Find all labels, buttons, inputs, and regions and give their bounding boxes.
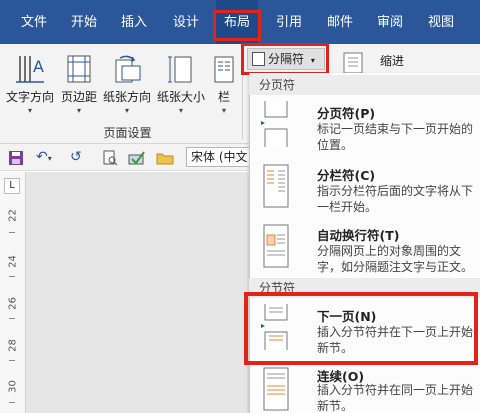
tab-review[interactable]: 审阅 — [370, 0, 410, 44]
save-icon[interactable] — [8, 150, 24, 166]
document-area — [0, 172, 250, 413]
next-page-highlight — [244, 292, 478, 365]
tab-home[interactable]: 开始 — [64, 0, 104, 44]
tab-references[interactable]: 引用 — [269, 0, 309, 44]
page-setup-group-label: 页面设置 — [103, 126, 152, 140]
menu-item-description: 标记一页结束与下一页开始的位置。 — [317, 122, 474, 152]
margins-label: 页边距 — [60, 90, 97, 104]
paper-size-icon — [167, 54, 195, 87]
margins-button[interactable]: 页边距 ▾ — [58, 48, 100, 120]
open-folder-icon[interactable] — [156, 150, 174, 166]
columns-button[interactable]: 栏 ▾ — [210, 48, 238, 120]
text-direction-icon: A — [14, 54, 46, 87]
menu-item-title: 分栏符(C) — [317, 168, 376, 183]
tab-insert[interactable]: 插入 — [114, 0, 154, 44]
indent-label: 缩进 — [380, 54, 405, 68]
columns-icon — [213, 54, 235, 87]
menu-item-continuous[interactable]: 连续(O) 插入分节符并在同一页上开始新节。 — [249, 362, 480, 413]
chevron-down-icon: ▾ — [221, 106, 226, 115]
column-break-icon — [261, 163, 291, 209]
chevron-down-icon: ▾ — [178, 106, 183, 115]
menu-item-description: 指示分栏符后面的文字将从下一栏开始。 — [317, 184, 474, 214]
ruler-number: 28 — [7, 339, 19, 352]
breaks-button-highlight — [241, 43, 329, 75]
menu-item-column-break[interactable]: 分栏符(C) 指示分栏符后面的文字将从下一栏开始。 — [249, 159, 480, 221]
chevron-down-icon: ▾ — [27, 106, 32, 115]
redo-icon[interactable]: ↺ — [70, 149, 86, 167]
paper-size-button[interactable]: 纸张大小 ▾ — [154, 48, 208, 120]
ruler-tick — [9, 318, 15, 319]
orientation-label: 纸张方向 — [102, 90, 151, 104]
paper-size-label: 纸张大小 — [156, 90, 205, 104]
ruler-tick — [9, 232, 15, 233]
chevron-down-icon: ▾ — [124, 106, 129, 115]
tab-view[interactable]: 视图 — [420, 0, 462, 44]
menu-item-title: 自动换行符(T) — [317, 228, 400, 243]
font-name-field[interactable]: 宋体 (中文 — [186, 147, 250, 167]
menu-item-description: 分隔网页上的对象周围的文字，如分隔题注文字与正文。 — [317, 244, 474, 274]
page-breaks-header: 分页符 — [249, 75, 480, 95]
margins-icon — [66, 54, 92, 87]
ruler-number: 24 — [7, 255, 19, 268]
menu-item-text-wrapping-break[interactable]: 自动换行符(T) 分隔网页上的对象周围的文字，如分隔题注文字与正文。 — [249, 219, 480, 281]
ruler-tick — [9, 360, 15, 361]
menu-item-description: 插入分节符并在同一页上开始新节。 — [317, 383, 474, 413]
layout-tab-highlight — [213, 10, 261, 41]
svg-text:A: A — [33, 57, 44, 76]
text-direction-label: 文字方向 — [5, 90, 54, 104]
ruler-number: 26 — [7, 297, 19, 310]
text-wrapping-break-icon — [261, 223, 291, 269]
chevron-down-icon: ▾ — [76, 106, 81, 115]
menu-item-title: 分页符(P) — [317, 106, 376, 121]
spelling-check-icon[interactable] — [128, 150, 146, 166]
menu-item-page-break[interactable]: 分页符(P) 标记一页结束与下一页开始的位置。 — [249, 97, 480, 159]
page-break-icon — [261, 101, 291, 147]
ruler-number: 30 — [7, 380, 19, 393]
undo-icon[interactable]: ↶▾ — [36, 149, 62, 167]
ruler-number: 22 — [7, 209, 19, 222]
print-preview-icon[interactable] — [102, 150, 118, 166]
ruler-tick — [9, 276, 15, 277]
tab-mailings[interactable]: 邮件 — [320, 0, 360, 44]
tab-selector-icon[interactable]: L — [4, 178, 20, 194]
tab-file[interactable]: 文件 — [14, 0, 54, 44]
columns-label: 栏 — [217, 90, 230, 104]
tab-design[interactable]: 设计 — [166, 0, 206, 44]
orientation-button[interactable]: 纸张方向 ▾ — [100, 48, 154, 120]
ruler-tick — [9, 402, 15, 403]
orientation-icon — [112, 54, 142, 87]
continuous-break-icon — [261, 366, 291, 412]
text-direction-button[interactable]: A 文字方向 ▾ — [2, 48, 58, 120]
